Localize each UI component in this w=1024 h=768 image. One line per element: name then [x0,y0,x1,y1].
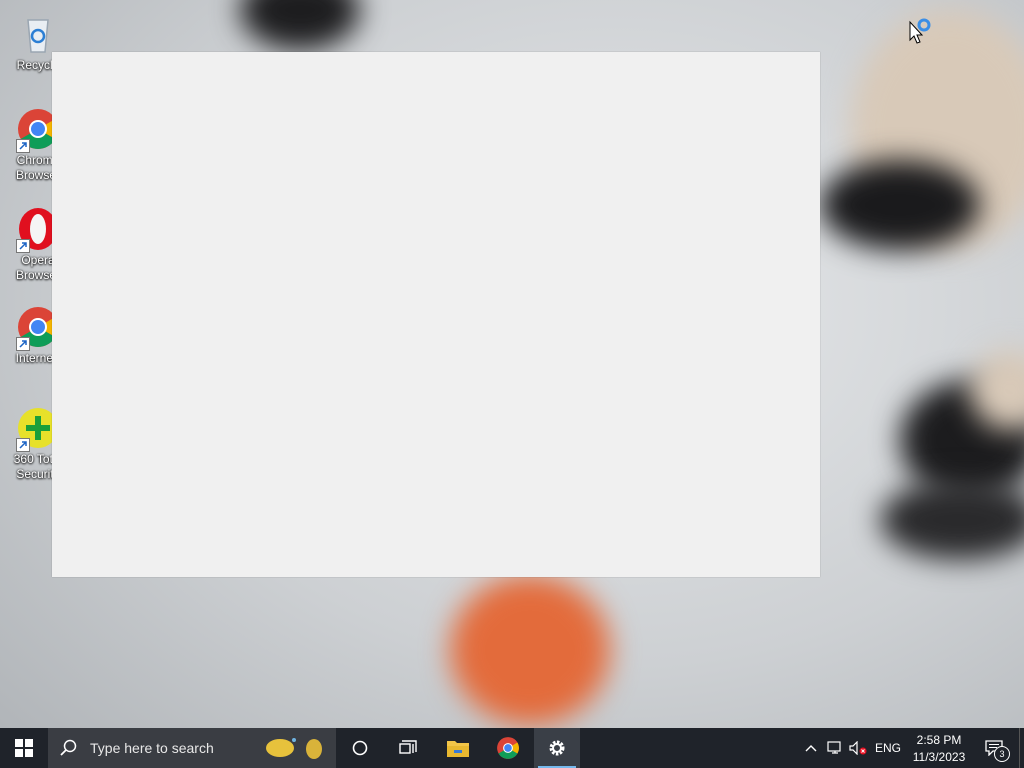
show-hidden-icons-button[interactable] [800,728,822,768]
search-icon [60,739,77,756]
windows-logo-icon [15,739,33,757]
task-view-icon [399,740,417,754]
chrome-taskbar-button[interactable] [484,728,532,768]
settings-taskbar-button[interactable] [534,728,580,768]
action-center-button[interactable]: 3 [976,728,1012,768]
clock-button[interactable]: 2:58 PM 11/3/2023 [906,728,972,768]
folder-icon [447,741,469,757]
taskbar: Type here to search ENG 2:58 PM 11/3/202… [0,728,1024,768]
network-icon [827,741,841,754]
cortana-circle-icon [352,740,368,756]
busy-cursor-icon [908,18,936,46]
recycle-bin-icon [16,10,60,58]
blank-window[interactable] [52,52,820,577]
volume-muted-icon [849,741,867,755]
search-placeholder: Type here to search [90,740,214,756]
cortana-button[interactable] [336,728,384,768]
shortcut-arrow-icon [16,438,30,452]
network-tray-button[interactable] [824,728,846,768]
file-explorer-button[interactable] [434,728,482,768]
clock-date: 11/3/2023 [912,749,966,764]
shortcut-arrow-icon [16,139,30,153]
start-button[interactable] [0,728,48,768]
notification-count-badge: 3 [994,746,1010,762]
clock-time: 2:58 PM [916,732,962,747]
show-desktop-button[interactable] [1019,728,1024,768]
chrome-icon [497,737,519,759]
volume-tray-button[interactable] [847,728,869,768]
taskbar-search-box[interactable]: Type here to search [48,728,336,768]
shortcut-arrow-icon [16,239,30,253]
language-indicator[interactable]: ENG [872,728,904,768]
gear-icon [549,740,565,756]
shortcut-arrow-icon [16,337,30,351]
language-text: ENG [874,741,901,755]
chevron-up-icon [805,745,817,752]
search-highlight-image [258,734,328,762]
task-view-button[interactable] [384,728,432,768]
